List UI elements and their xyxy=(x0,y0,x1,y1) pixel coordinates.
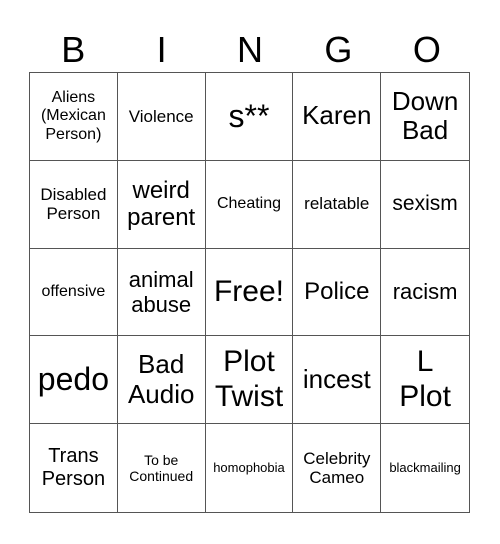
bingo-cell[interactable]: s** xyxy=(205,73,294,161)
bingo-cell[interactable]: Violence xyxy=(117,73,206,161)
bingo-cell[interactable]: Disabled Person xyxy=(30,160,118,249)
header-letter-g: G xyxy=(324,29,353,70)
bingo-cell[interactable]: Celebrity Cameo xyxy=(293,424,382,512)
bingo-cell[interactable]: L Plot xyxy=(381,336,469,425)
bingo-cell[interactable]: Karen xyxy=(293,73,382,161)
header-letter-b: B xyxy=(61,29,86,70)
header-letter-n: N xyxy=(237,29,264,70)
bingo-cell[interactable]: racism xyxy=(381,249,469,337)
bingo-cell[interactable]: Down Bad xyxy=(381,73,469,161)
bingo-cell[interactable]: homophobia xyxy=(206,424,294,512)
bingo-cell[interactable]: animal abuse xyxy=(117,248,206,337)
bingo-cell[interactable]: weird parent xyxy=(117,160,206,249)
bingo-cell[interactable]: Aliens (Mexican Person) xyxy=(30,73,118,161)
bingo-cell[interactable]: Cheating xyxy=(205,160,294,249)
bingo-cell[interactable]: Plot Twist xyxy=(205,336,294,425)
bingo-cell[interactable]: relatable xyxy=(293,160,382,249)
bingo-cell[interactable]: Bad Audio xyxy=(117,336,206,425)
bingo-cell[interactable]: pedo xyxy=(30,336,118,425)
bingo-cell[interactable]: incest xyxy=(293,336,382,425)
bingo-cell[interactable]: Police xyxy=(293,248,382,337)
bingo-cell[interactable]: sexism xyxy=(381,161,469,249)
bingo-cell[interactable]: Trans Person xyxy=(30,424,118,512)
bingo-grid: Aliens (Mexican Person) Violence s** Kar… xyxy=(29,72,470,513)
free-space-cell[interactable]: Free! xyxy=(205,248,294,337)
bingo-cell[interactable]: To be Continued xyxy=(118,424,206,512)
bingo-cell[interactable]: blackmailing xyxy=(381,424,469,512)
header-letter-i: I xyxy=(156,29,167,70)
bingo-cell[interactable]: offensive xyxy=(30,248,118,337)
header-letter-o: O xyxy=(412,29,441,70)
bingo-header: B I N G O xyxy=(29,28,471,72)
